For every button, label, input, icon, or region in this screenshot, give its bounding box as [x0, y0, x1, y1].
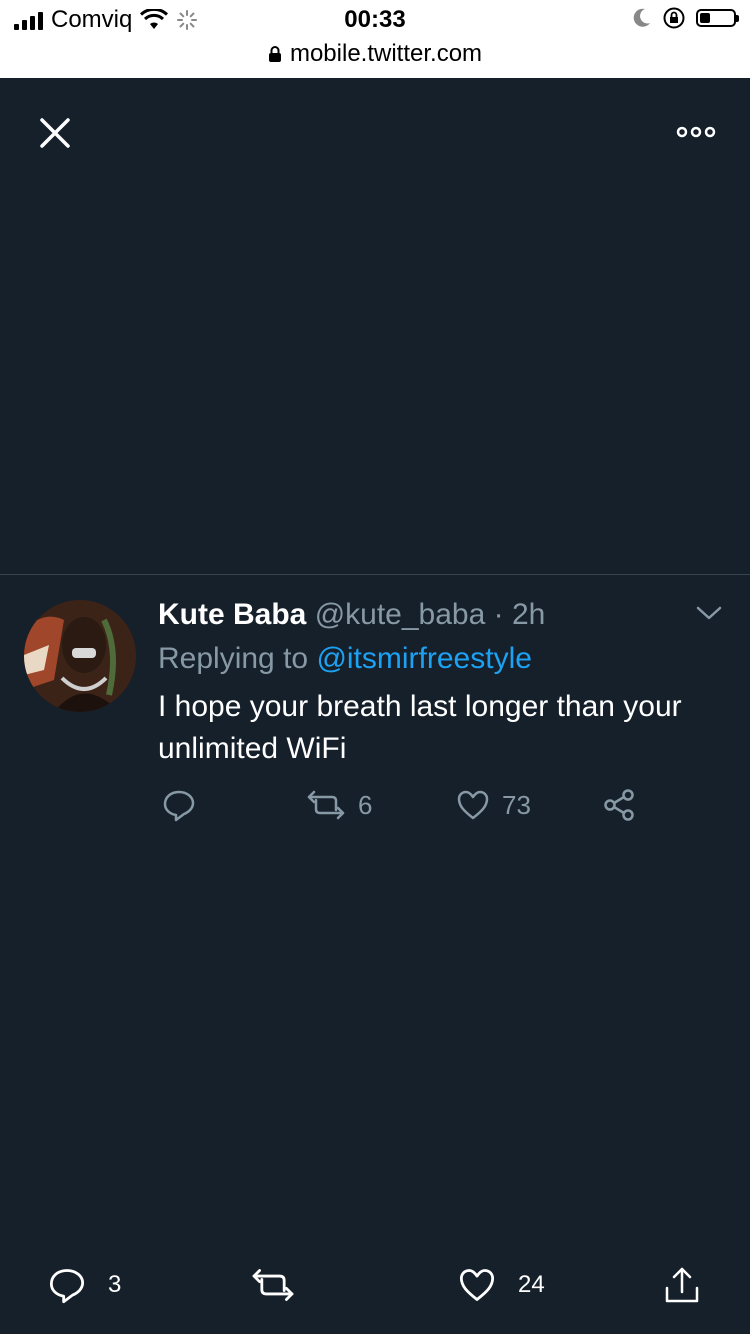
- status-right: [630, 6, 739, 30]
- username-handle[interactable]: @kute_baba: [315, 598, 486, 631]
- tweet-age[interactable]: 2h: [512, 598, 545, 631]
- like-button[interactable]: 73: [456, 788, 531, 822]
- share-button[interactable]: [602, 788, 636, 822]
- share-icon: [604, 789, 634, 821]
- bottom-retweet-button[interactable]: [250, 1266, 318, 1304]
- avatar-image: [24, 600, 136, 712]
- bottom-like-button[interactable]: 24: [458, 1266, 545, 1304]
- lock-icon: [268, 46, 281, 62]
- battery-icon: [696, 9, 739, 27]
- retweet-icon: [252, 1269, 294, 1301]
- url-text: mobile.twitter.com: [289, 40, 483, 67]
- address-bar[interactable]: mobile.twitter.com: [0, 40, 750, 68]
- bottom-reply-count: 3: [108, 1271, 122, 1298]
- avatar[interactable]: [24, 600, 136, 712]
- tweet-header: Kute Baba @kute_baba · 2h: [158, 598, 545, 632]
- bottom-like-count: 24: [518, 1271, 545, 1298]
- divider: [0, 574, 750, 575]
- tweet-actions: 6 73: [0, 788, 750, 832]
- retweet-count: 6: [358, 789, 373, 820]
- replying-to-line: Replying to @itsmirfreestyle: [158, 642, 532, 676]
- more-options-icon[interactable]: [676, 120, 716, 144]
- tweet-text: I hope your breath last longer than your…: [158, 690, 682, 765]
- display-name[interactable]: Kute Baba: [158, 598, 306, 631]
- replying-prefix: Replying to: [158, 642, 309, 675]
- retweet-button[interactable]: 6: [306, 788, 372, 822]
- bottom-share-button[interactable]: [662, 1266, 702, 1306]
- reply-mention-link[interactable]: @itsmirfreestyle: [316, 642, 531, 675]
- battery-level: [700, 13, 710, 23]
- heart-icon: [457, 790, 489, 820]
- chevron-down-icon[interactable]: [692, 602, 726, 624]
- bottom-reply-button[interactable]: 3: [48, 1266, 121, 1304]
- like-count: 73: [502, 789, 531, 820]
- orientation-lock-icon: [663, 7, 685, 29]
- moon-icon: [633, 8, 650, 27]
- reply-button[interactable]: [162, 788, 208, 822]
- bottom-action-bar: 3 24: [0, 1250, 750, 1334]
- close-icon[interactable]: [36, 114, 74, 152]
- reply-icon: [49, 1269, 85, 1304]
- status-bar: Comviq 00:33 mobile.twitter.com: [0, 0, 750, 78]
- share-upload-icon: [665, 1267, 699, 1303]
- separator-dot: ·: [493, 598, 504, 631]
- heart-icon: [459, 1269, 495, 1301]
- reply-icon: [163, 790, 195, 822]
- retweet-icon: [307, 790, 345, 820]
